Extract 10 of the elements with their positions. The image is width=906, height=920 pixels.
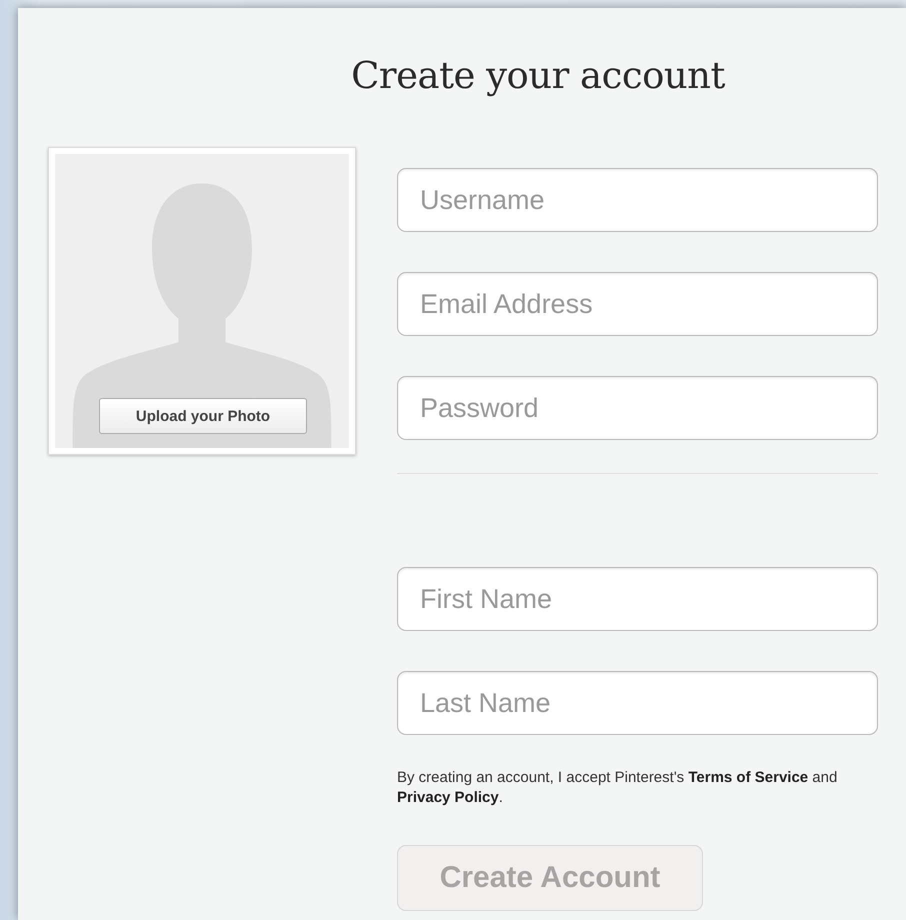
terms-text: By creating an account, I accept Pinterest's Terms of Service and Privacy Policy. <box>397 768 838 808</box>
input-field[interactable]: Last Name <box>397 671 878 736</box>
input-field[interactable]: Username <box>397 168 878 232</box>
page-title: Create your account <box>350 54 726 98</box>
input-field[interactable]: Password <box>397 376 878 440</box>
upload-photo-button[interactable]: Upload your Photo <box>99 398 307 434</box>
terms-link[interactable]: Terms of Service <box>688 769 808 786</box>
terms-link[interactable]: Privacy Policy <box>397 788 499 806</box>
input-field[interactable]: First Name <box>397 567 878 632</box>
input-field[interactable]: Email Address <box>397 272 878 336</box>
